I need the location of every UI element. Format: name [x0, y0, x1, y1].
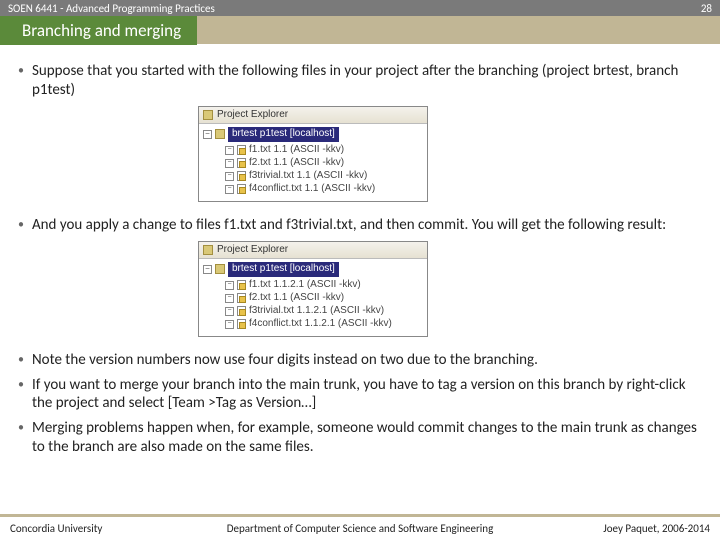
file-row: − f2.txt 1.1 (ASCII -kkv): [225, 292, 423, 305]
file-row: − f4conflict.txt 1.1.2.1 (ASCII -kkv): [225, 318, 423, 331]
file-icon: [237, 319, 246, 329]
explorer-header: Project Explorer: [199, 242, 427, 260]
bullet-text: Note the version numbers now use four di…: [32, 351, 702, 370]
file-label: f1.txt 1.1.2.1 (ASCII -kkv): [249, 279, 361, 292]
bullet-2: • And you apply a change to files f1.txt…: [18, 216, 702, 235]
file-row: − f2.txt 1.1 (ASCII -kkv): [225, 157, 423, 170]
explorer-body: − brtest p1test [localhost] − f1.txt 1.1.…: [199, 259, 427, 336]
bullet-dot: •: [18, 216, 32, 235]
project-explorer-2: Project Explorer − brtest p1test [localh…: [198, 241, 428, 337]
file-list: − f1.txt 1.1.2.1 (ASCII -kkv) − f2.txt 1.1…: [225, 279, 423, 331]
file-icon: [237, 280, 246, 290]
file-row: − f1.txt 1.1.2.1 (ASCII -kkv): [225, 279, 423, 292]
bullet-dot: •: [18, 62, 32, 81]
explorer-title: Project Explorer: [217, 109, 288, 122]
explorer-header: Project Explorer: [199, 107, 427, 125]
footer-left: Concordia University: [10, 522, 102, 535]
file-icon: [237, 293, 246, 303]
page-number: 28: [701, 2, 712, 15]
project-label: brtest p1test [localhost]: [228, 262, 339, 277]
folder-icon: [203, 245, 213, 255]
expand-icon: −: [225, 307, 234, 316]
file-label: f2.txt 1.1 (ASCII -kkv): [249, 157, 344, 170]
bullet-1: • Suppose that you started with the foll…: [18, 62, 702, 100]
footer-right: Joey Paquet, 2006-2014: [603, 522, 710, 535]
file-label: f3trivial.txt 1.1.2.1 (ASCII -kkv): [249, 305, 384, 318]
explorer-title: Project Explorer: [217, 244, 288, 257]
explorer-body: − brtest p1test [localhost] − f1.txt 1.1 …: [199, 124, 427, 201]
tree-root: − brtest p1test [localhost]: [203, 127, 423, 142]
bullet-text-a: If you want to merge your branch into th…: [32, 376, 686, 413]
bullet-3: • Note the version numbers now use four …: [18, 351, 702, 370]
expand-icon: −: [225, 146, 234, 155]
file-label: f1.txt 1.1 (ASCII -kkv): [249, 144, 344, 157]
menu-path: [Team >Tag as Version…]: [168, 394, 317, 412]
bullet-dot: •: [18, 376, 32, 395]
expand-icon: −: [225, 320, 234, 329]
screenshot-1: Project Explorer − brtest p1test [localh…: [198, 106, 702, 202]
file-label: f4conflict.txt 1.1 (ASCII -kkv): [249, 183, 375, 196]
course-code: SOEN 6441 - Advanced Programming Practic…: [8, 2, 215, 15]
bullet-text: Merging problems happen when, for exampl…: [32, 419, 702, 457]
collapse-icon: −: [203, 130, 212, 139]
file-icon: [237, 306, 246, 316]
bullet-text: And you apply a change to files f1.txt a…: [32, 216, 702, 235]
title-bar: Branching and merging: [0, 16, 720, 44]
file-icon: [237, 145, 246, 155]
folder-icon: [215, 129, 225, 139]
file-row: − f4conflict.txt 1.1 (ASCII -kkv): [225, 183, 423, 196]
folder-icon: [215, 264, 225, 274]
bullet-5: • Merging problems happen when, for exam…: [18, 419, 702, 457]
collapse-icon: −: [203, 265, 212, 274]
expand-icon: −: [225, 185, 234, 194]
bullet-text: Suppose that you started with the follow…: [32, 62, 702, 100]
bullet-dot: •: [18, 351, 32, 370]
bullet-4: • If you want to merge your branch into …: [18, 376, 702, 414]
file-label: f3trivial.txt 1.1 (ASCII -kkv): [249, 170, 367, 183]
file-row: − f3trivial.txt 1.1 (ASCII -kkv): [225, 170, 423, 183]
expand-icon: −: [225, 159, 234, 168]
footer-mid: Department of Computer Science and Softw…: [227, 522, 494, 535]
bullet-text: If you want to merge your branch into th…: [32, 376, 702, 414]
file-icon: [237, 158, 246, 168]
project-label: brtest p1test [localhost]: [228, 127, 339, 142]
file-list: − f1.txt 1.1 (ASCII -kkv) − f2.txt 1.1 (AS…: [225, 144, 423, 196]
file-label: f4conflict.txt 1.1.2.1 (ASCII -kkv): [249, 318, 392, 331]
project-explorer-1: Project Explorer − brtest p1test [localh…: [198, 106, 428, 202]
slide-title: Branching and merging: [0, 16, 197, 45]
expand-icon: −: [225, 294, 234, 303]
slide-content: • Suppose that you started with the foll…: [0, 44, 720, 457]
file-icon: [237, 184, 246, 194]
file-label: f2.txt 1.1 (ASCII -kkv): [249, 292, 344, 305]
footer: Concordia University Department of Compu…: [0, 514, 720, 540]
folder-icon: [203, 110, 213, 120]
screenshot-2: Project Explorer − brtest p1test [localh…: [198, 241, 702, 337]
file-row: − f3trivial.txt 1.1.2.1 (ASCII -kkv): [225, 305, 423, 318]
file-icon: [237, 171, 246, 181]
file-row: − f1.txt 1.1 (ASCII -kkv): [225, 144, 423, 157]
expand-icon: −: [225, 172, 234, 181]
bullet-dot: •: [18, 419, 32, 438]
expand-icon: −: [225, 281, 234, 290]
top-bar: SOEN 6441 - Advanced Programming Practic…: [0, 0, 720, 16]
tree-root: − brtest p1test [localhost]: [203, 262, 423, 277]
